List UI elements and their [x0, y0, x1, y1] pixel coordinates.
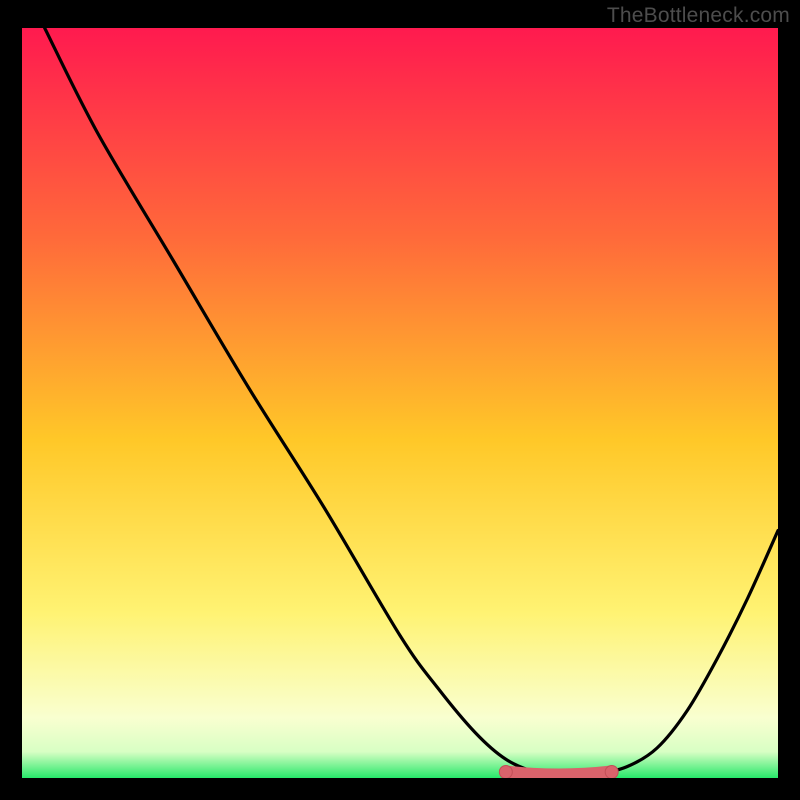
gradient-panel [22, 28, 778, 778]
trough-endpoint-right [605, 766, 618, 779]
trough-marker [506, 772, 612, 775]
watermark-text: TheBottleneck.com [607, 4, 790, 28]
trough-endpoint-left [499, 766, 512, 779]
chart-frame [22, 28, 778, 778]
bottleneck-curve-chart [22, 28, 778, 778]
